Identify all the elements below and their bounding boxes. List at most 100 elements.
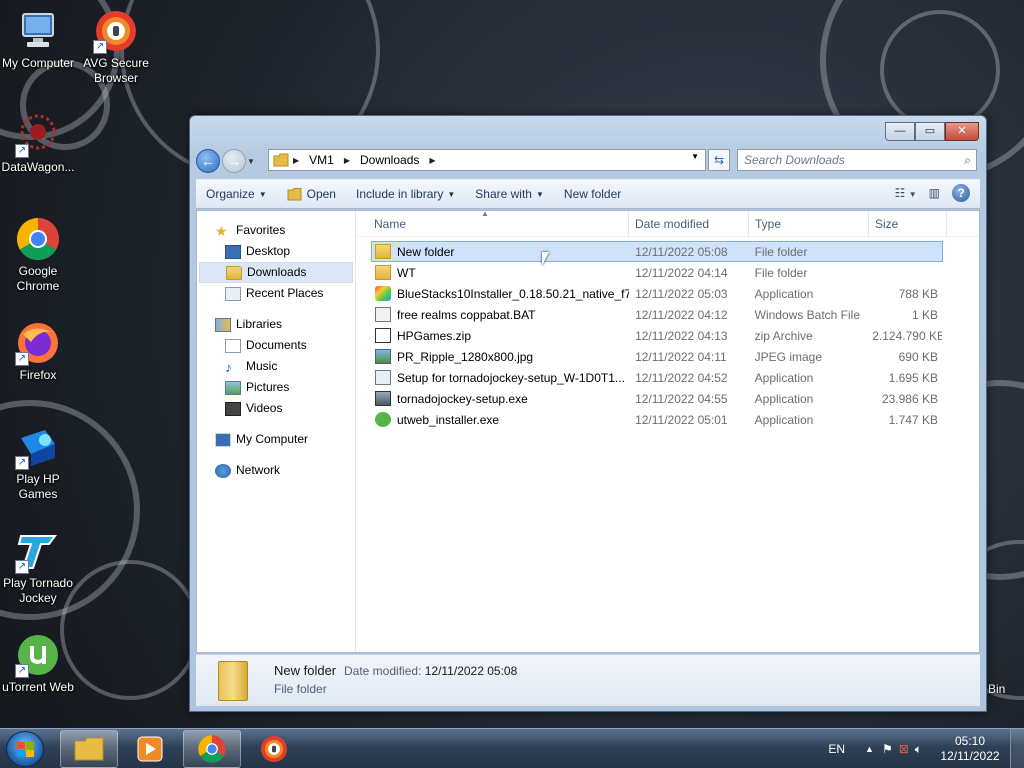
column-header-name[interactable]: ▲ Name <box>357 209 629 236</box>
address-dropdown-icon[interactable]: ▼ <box>691 152 699 161</box>
address-bar[interactable]: ▶ VM1 ▶ Downloads ▶ ▼ <box>268 149 706 171</box>
search-icon[interactable]: ⌕ <box>964 150 971 170</box>
file-date-cell: 12/11/2022 05:08 <box>635 244 728 259</box>
breadcrumb-separator[interactable]: ▶ <box>289 156 303 165</box>
column-header-size[interactable]: Size <box>869 211 947 236</box>
table-row[interactable]: PR_Ripple_1280x800.jpg 12/11/2022 04:11 JP… <box>371 346 943 367</box>
libraries-icon <box>215 317 231 332</box>
file-date-cell: 12/11/2022 04:52 <box>635 370 728 385</box>
show-desktop-button[interactable] <box>1010 729 1024 768</box>
nav-documents[interactable]: Documents <box>197 335 355 356</box>
file-type-cell: Application <box>754 370 814 385</box>
minimize-button[interactable]: — <box>885 122 915 141</box>
table-row[interactable]: BlueStacks10Installer_0.18.50.21_native_… <box>371 283 943 304</box>
nav-my-computer[interactable]: My Computer <box>197 429 355 450</box>
taskbar: EN ▲ ⚑ ⊠ 🔈︎ 05:10 12/11/2022 <box>0 728 1024 768</box>
close-button[interactable]: ✕ <box>945 122 979 141</box>
breadcrumb-separator[interactable]: ▶ <box>425 156 439 165</box>
breadcrumb-vm1[interactable]: VM1 <box>303 153 340 167</box>
windows-logo-icon <box>17 742 34 757</box>
file-size-cell: 690 KB <box>898 349 938 364</box>
maximize-button[interactable]: ▭ <box>915 122 945 141</box>
details-pane: New folder Date modified: 12/11/2022 05:… <box>196 654 980 706</box>
action-center-icon[interactable]: ⚑ <box>882 742 893 756</box>
file-size-cell: 788 KB <box>898 286 938 301</box>
breadcrumb-separator[interactable]: ▶ <box>340 156 354 165</box>
window-controls: — ▭ ✕ <box>885 122 979 141</box>
table-row[interactable]: tornadojockey-setup.exe 12/11/2022 04:55 A… <box>371 388 943 409</box>
forward-button[interactable]: → <box>222 149 246 173</box>
hp-games-icon: ↗ <box>15 424 61 470</box>
table-row[interactable]: free realms coppabat.BAT 12/11/2022 04:12… <box>371 304 943 325</box>
desktop-icon-chrome[interactable]: Google Chrome <box>0 216 76 294</box>
volume-icon[interactable]: 🔈︎ <box>915 742 922 757</box>
start-button[interactable] <box>6 731 44 767</box>
desktop-icon-avg-browser[interactable]: ↗ AVG Secure Browser <box>78 8 154 86</box>
search-input[interactable]: Search Downloads ⌕ <box>737 149 977 171</box>
firefox-icon: ↗ <box>15 320 61 366</box>
clock[interactable]: 05:10 12/11/2022 <box>930 734 1010 764</box>
recent-pages-dropdown[interactable]: ▼ <box>246 157 256 166</box>
recycle-bin-label[interactable]: Bin <box>988 682 1005 696</box>
file-size-cell: 1 KB <box>911 307 938 322</box>
file-rows: New folder 12/11/2022 05:08 File folder WT 1… <box>357 237 979 430</box>
taskbar-media-player[interactable] <box>121 730 179 768</box>
language-indicator[interactable]: EN <box>828 742 845 756</box>
nav-downloads[interactable]: Downloads <box>199 262 353 283</box>
nav-recent-places[interactable]: Recent Places <box>197 283 355 304</box>
organize-button[interactable]: Organize ▼ <box>196 187 277 201</box>
table-row[interactable]: Setup for tornadojockey-setup_W-1D0T1...… <box>371 367 943 388</box>
include-in-library-button[interactable]: Include in library ▼ <box>346 187 465 201</box>
refresh-button[interactable]: ⇆ <box>708 149 730 171</box>
desktop-icon-firefox[interactable]: ↗ Firefox <box>0 320 76 383</box>
desktop-icon-hp-games[interactable]: ↗ Play HP Games <box>0 424 76 502</box>
share-with-button[interactable]: Share with ▼ <box>465 187 554 201</box>
file-type-cell: Application <box>754 412 814 427</box>
datawagon-icon: ↗ <box>15 112 61 158</box>
desktop-icon-my-computer[interactable]: My Computer <box>0 8 76 71</box>
help-icon[interactable]: ? <box>952 184 970 202</box>
preview-pane-icon[interactable]: ▥ <box>929 186 940 200</box>
folder-icon <box>375 244 391 259</box>
chrome-icon <box>15 216 61 262</box>
image-file-icon <box>375 349 391 364</box>
column-header-type[interactable]: Type <box>749 211 869 236</box>
avg-browser-icon: ↗ <box>93 8 139 54</box>
file-size-cell: 1.747 KB <box>888 412 938 427</box>
file-type-cell: File folder <box>754 265 808 280</box>
column-header-date[interactable]: Date modified <box>629 211 749 236</box>
table-row[interactable]: HPGames.zip 12/11/2022 04:13 zip Archive 2.… <box>371 325 943 346</box>
nav-network[interactable]: Network <box>197 460 355 481</box>
details-date: Date modified: 12/11/2022 05:08 <box>344 664 518 678</box>
taskbar-avg-browser[interactable] <box>245 730 303 768</box>
show-hidden-icons[interactable]: ▲ <box>865 744 874 754</box>
desktop-icon-utorrent[interactable]: ↗ uTorrent Web <box>0 632 76 695</box>
network-status-icon[interactable]: ⊠ <box>899 742 909 756</box>
tornado-jockey-icon: ↗ <box>15 528 61 574</box>
nav-desktop[interactable]: Desktop <box>197 241 355 262</box>
taskbar-chrome[interactable] <box>183 730 241 768</box>
file-name-cell: utweb_installer.exe <box>372 412 629 427</box>
nav-pictures[interactable]: Pictures <box>197 377 355 398</box>
taskbar-explorer[interactable] <box>60 730 118 768</box>
file-size-cell: 23.986 KB <box>881 391 938 406</box>
desktop-icon-datawagon[interactable]: ↗ DataWagon... <box>0 112 76 175</box>
nav-favorites[interactable]: ★ Favorites <box>197 220 355 241</box>
folder-icon <box>375 265 391 280</box>
back-button[interactable]: ← <box>196 149 220 173</box>
table-row[interactable]: WT 12/11/2022 04:14 File folder <box>371 262 943 283</box>
music-icon: ♪ <box>225 358 232 375</box>
nav-music[interactable]: ♪ Music <box>197 356 355 377</box>
new-folder-button[interactable]: New folder <box>554 187 631 201</box>
desktop-icon-tornado-jockey[interactable]: ↗ Play Tornado Jockey <box>0 528 76 606</box>
recent-places-icon <box>225 286 241 301</box>
table-row[interactable]: utweb_installer.exe 12/11/2022 05:01 Appli… <box>371 409 943 430</box>
table-row[interactable]: New folder 12/11/2022 05:08 File folder <box>371 241 943 262</box>
open-button[interactable]: Open <box>277 187 346 201</box>
documents-icon <box>225 338 241 353</box>
breadcrumb-downloads[interactable]: Downloads <box>354 153 425 167</box>
file-type-cell: Windows Batch File <box>754 307 861 322</box>
nav-libraries[interactable]: Libraries <box>197 314 355 335</box>
view-options-icon[interactable]: ☷ ▼ <box>895 186 917 200</box>
nav-videos[interactable]: Videos <box>197 398 355 419</box>
